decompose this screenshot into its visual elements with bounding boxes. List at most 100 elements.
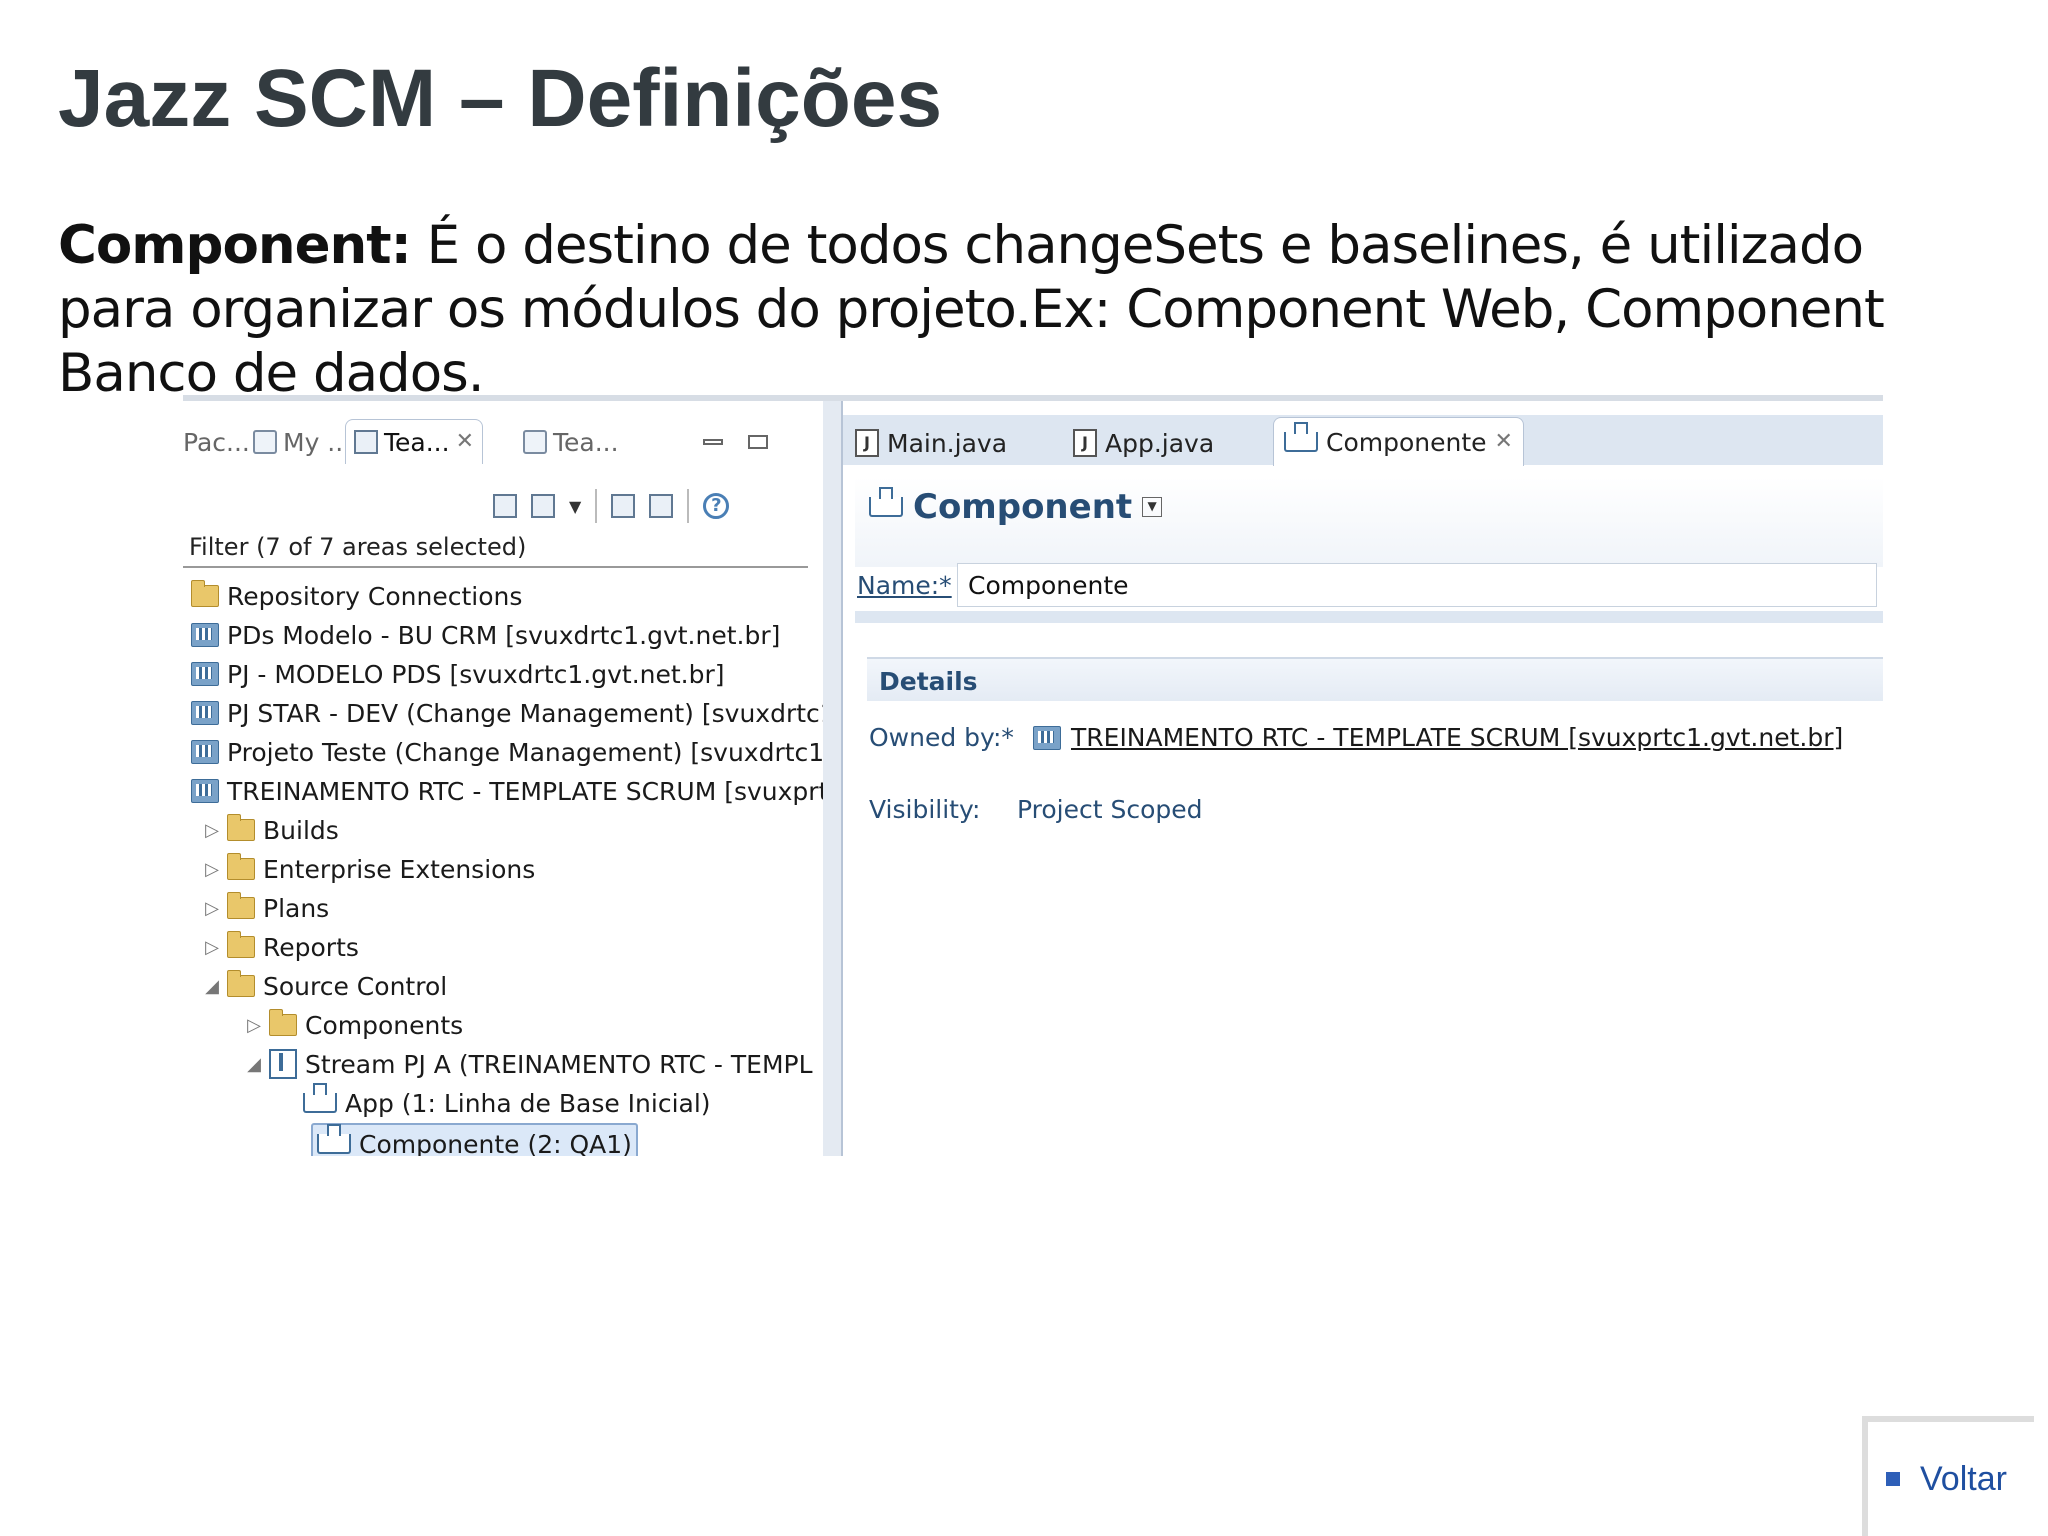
owned-by-label: Owned by:*	[869, 723, 1014, 752]
tree-item-project-area[interactable]: Projeto Teste (Change Management) [svuxd…	[191, 733, 848, 771]
tree-item-label: Enterprise Extensions	[263, 854, 536, 884]
tab-package-explorer[interactable]: Pac...	[183, 423, 250, 461]
tab-team-artifacts[interactable]: Tea... ✕	[345, 419, 483, 464]
java-file-icon: J	[1073, 429, 1097, 457]
tree-item-label: PDs Modelo - BU CRM [svuxdrtc1.gvt.net.b…	[227, 620, 781, 650]
folder-builds-icon	[227, 814, 255, 841]
tab-label: App.java	[1105, 428, 1215, 458]
filter-icon[interactable]	[531, 494, 555, 518]
tree-item-plans[interactable]: ▷ Plans	[205, 889, 329, 927]
toolbar-separator	[595, 489, 598, 523]
details-section-title[interactable]: Details	[867, 657, 1883, 701]
tree-item-builds[interactable]: ▷ Builds	[205, 811, 339, 849]
expand-icon[interactable]: ▷	[205, 898, 219, 919]
tab-label: Pac...	[183, 427, 250, 457]
tree-item-stream[interactable]: ◢ Stream PJ A (TREINAMENTO RTC - TEMPL	[247, 1045, 813, 1083]
tree-item-label: Repository Connections	[227, 581, 523, 611]
stream-icon	[269, 1049, 297, 1079]
tree-item-label: Componente (2: QA1)	[359, 1129, 632, 1157]
maximize-icon	[748, 435, 768, 449]
minimize-button[interactable]	[703, 423, 723, 461]
tree-item-label: Stream PJ A (TREINAMENTO RTC - TEMPL	[305, 1049, 813, 1079]
tree-item-component-selected[interactable]: Componente (2: QA1)	[311, 1123, 638, 1156]
tree-item-project-area[interactable]: PJ - MODELO PDS [svuxdrtc1.gvt.net.br]	[191, 655, 725, 693]
component-icon	[1284, 422, 1318, 452]
folder-extensions-icon	[227, 853, 255, 880]
tree-item-project-area[interactable]: PDs Modelo - BU CRM [svuxdrtc1.gvt.net.b…	[191, 616, 780, 654]
tree-item-project-area[interactable]: PJ STAR - DEV (Change Management) [svuxd…	[191, 694, 860, 732]
definition-term: Component:	[58, 215, 412, 276]
form-title: Component ▼	[869, 487, 1163, 527]
collapse-icon[interactable]: ◢	[205, 976, 219, 997]
voltar-link[interactable]: Voltar	[1862, 1416, 2034, 1536]
owned-by-link[interactable]: TREINAMENTO RTC - TEMPLATE SCRUM [svuxpr…	[1033, 723, 1843, 752]
tab-componente[interactable]: Componente ✕	[1273, 417, 1524, 466]
project-area-icon	[191, 701, 219, 725]
tree-item-repository-connections[interactable]: Repository Connections	[191, 577, 522, 615]
manage-connections-icon[interactable]	[649, 494, 674, 518]
name-row: Name:*	[857, 563, 1883, 611]
team-artifacts-view: Pac... My ... Tea... ✕ Tea... ▼ ? Filter …	[183, 401, 860, 1156]
name-field[interactable]	[957, 563, 1877, 607]
project-area-icon	[191, 662, 219, 686]
tree-item-label: Plans	[263, 893, 330, 923]
chevron-down-icon[interactable]: ▼	[569, 497, 581, 516]
visibility-label: Visibility:	[869, 795, 981, 824]
team-organization-icon	[523, 430, 547, 454]
tree-item-project-area[interactable]: TREINAMENTO RTC - TEMPLATE SCRUM [svuxpr…	[191, 772, 828, 810]
filter-divider	[183, 566, 808, 568]
tree-item-components[interactable]: ▷ Components	[247, 1006, 463, 1044]
tree-item-component-app[interactable]: App (1: Linha de Base Inicial)	[303, 1083, 711, 1122]
view-tabs: Pac... My ... Tea... ✕ Tea...	[183, 419, 818, 464]
collapse-icon[interactable]: ◢	[247, 1054, 261, 1075]
name-label: Name:*	[857, 571, 952, 600]
tree-item-label: TREINAMENTO RTC - TEMPLATE SCRUM [svuxpr…	[227, 776, 829, 806]
tree-item-source-control[interactable]: ◢ Source Control	[205, 967, 447, 1005]
tab-main-java[interactable]: J Main.java	[855, 421, 1007, 465]
collapse-all-icon[interactable]	[493, 494, 517, 518]
tree-item-label: Components	[305, 1010, 464, 1040]
editor-tabs: J Main.java J App.java Componente ✕	[843, 415, 1883, 466]
form-menu-icon[interactable]: ▼	[1142, 497, 1163, 517]
form-header: Component ▼	[855, 477, 1883, 567]
tab-label: Tea...	[553, 427, 619, 457]
tree-item-label: Builds	[263, 815, 339, 845]
tab-app-java[interactable]: J App.java	[1073, 421, 1214, 465]
component-icon	[303, 1083, 337, 1113]
expand-icon[interactable]: ▷	[205, 937, 219, 958]
tab-team-organization[interactable]: Tea...	[523, 423, 619, 461]
expand-icon[interactable]: ▷	[205, 859, 219, 880]
maximize-button[interactable]	[748, 423, 768, 461]
voltar-label: Voltar	[1920, 1459, 2007, 1498]
expand-icon[interactable]: ▷	[247, 1015, 261, 1036]
filter-label[interactable]: Filter (7 of 7 areas selected)	[189, 533, 526, 561]
bullet-square-icon	[1886, 1472, 1900, 1486]
form-title-text: Component	[913, 487, 1133, 527]
tree-item-reports[interactable]: ▷ Reports	[205, 928, 359, 966]
folder-connections-icon	[191, 580, 219, 607]
owned-by-value: TREINAMENTO RTC - TEMPLATE SCRUM [svuxpr…	[1071, 723, 1844, 752]
close-icon[interactable]: ✕	[1495, 431, 1513, 453]
toolbar-separator	[687, 489, 690, 523]
close-icon[interactable]: ✕	[456, 431, 474, 453]
connect-project-area-icon[interactable]	[611, 494, 636, 518]
tab-label: Main.java	[887, 428, 1008, 458]
project-area-icon	[191, 740, 219, 764]
project-area-icon	[191, 779, 219, 803]
tab-my-work[interactable]: My ...	[253, 423, 351, 461]
help-icon[interactable]: ?	[703, 493, 730, 519]
tree-item-label: PJ STAR - DEV (Change Management) [svuxd…	[227, 698, 860, 728]
tree-item-enterprise-extensions[interactable]: ▷ Enterprise Extensions	[205, 850, 535, 888]
component-icon	[869, 487, 903, 517]
folder-source-control-icon	[227, 970, 255, 997]
project-area-icon	[191, 623, 219, 647]
team-artifacts-icon	[354, 430, 378, 454]
tree-item-label: App (1: Linha de Base Inicial)	[345, 1088, 711, 1118]
expand-icon[interactable]: ▷	[205, 820, 219, 841]
eclipse-screenshot: Pac... My ... Tea... ✕ Tea... ▼ ? Filter …	[183, 395, 1883, 1156]
visibility-value[interactable]: Project Scoped	[1017, 795, 1203, 824]
sash-divider[interactable]	[823, 401, 841, 1156]
folder-components-icon	[269, 1009, 297, 1036]
tab-label: My ...	[283, 427, 352, 457]
java-file-icon: J	[855, 429, 879, 457]
